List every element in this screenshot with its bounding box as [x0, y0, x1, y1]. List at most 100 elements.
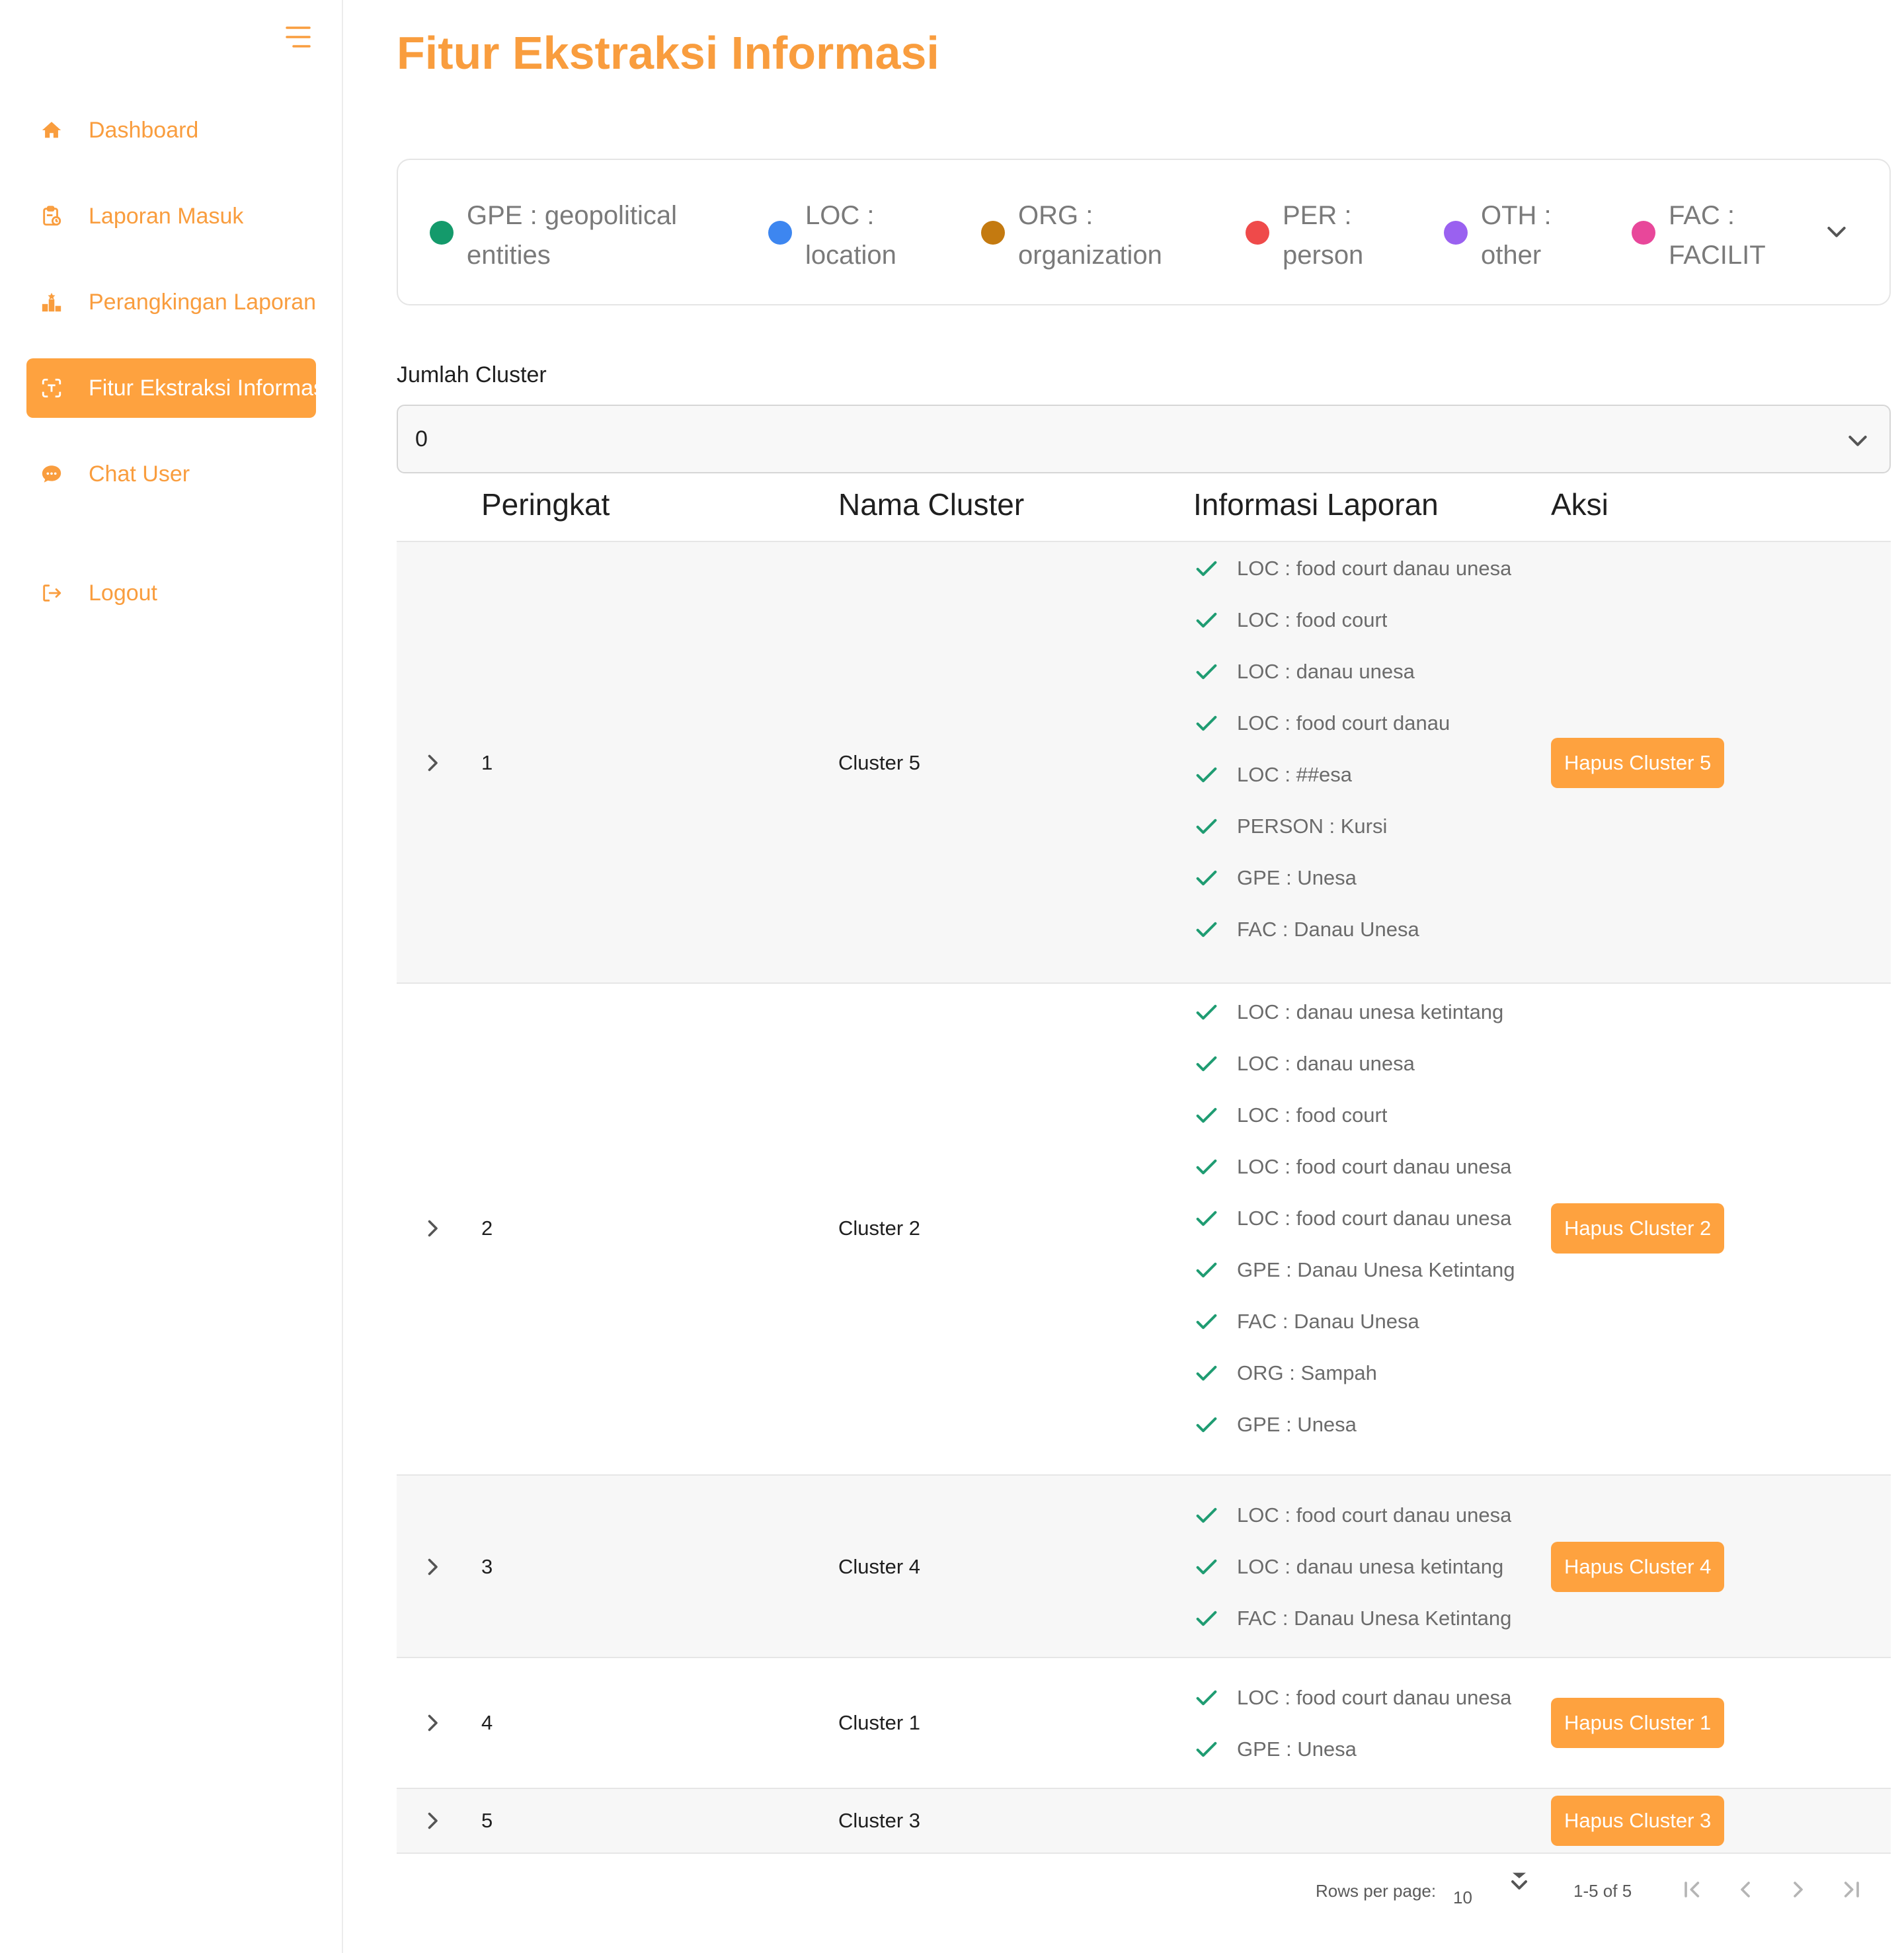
- chevron-right-icon[interactable]: [420, 1809, 444, 1833]
- check-icon: [1196, 870, 1217, 886]
- legend-dot: [981, 221, 1005, 245]
- cluster-count-label: Jumlah Cluster: [397, 362, 547, 387]
- legend-item-per: PER : person: [1246, 196, 1382, 275]
- check-icon: [1196, 767, 1217, 783]
- check-icon: [1196, 1741, 1217, 1757]
- first-page-icon[interactable]: [1679, 1876, 1706, 1903]
- list-item: LOC : food court: [1193, 594, 1514, 646]
- sidebar-item-label: Dashboard: [89, 117, 199, 143]
- sidebar-item-logout[interactable]: Logout: [26, 563, 316, 623]
- cluster-count-value: 0: [415, 426, 428, 452]
- check-icon: [1196, 1211, 1217, 1226]
- home-icon: [38, 117, 65, 143]
- rows-per-page-select[interactable]: 10: [1453, 1878, 1472, 1917]
- chevron-right-icon[interactable]: [420, 1711, 444, 1735]
- list-item: LOC : danau unesa ketintang: [1193, 1541, 1514, 1593]
- sidebar-item-perangkingan-laporan[interactable]: Perangkingan Laporan: [26, 272, 316, 332]
- rows-per-page-label: Rows per page:: [1316, 1880, 1437, 1901]
- legend-item-loc: LOC : location: [768, 196, 931, 275]
- dropdown-arrow-icon[interactable]: [1506, 1868, 1532, 1895]
- cluster-name-cell: Cluster 2: [838, 1216, 921, 1240]
- rank-cell: 1: [481, 751, 493, 774]
- previous-page-icon[interactable]: [1732, 1876, 1759, 1903]
- rank-cell: 3: [481, 1555, 493, 1578]
- delete-cluster-1-button[interactable]: Hapus Cluster 1: [1551, 1698, 1725, 1748]
- delete-cluster-5-button[interactable]: Hapus Cluster 5: [1551, 738, 1725, 788]
- check-icon: [1196, 922, 1217, 937]
- sidebar-item-label: Fitur Ekstraksi Informasi: [89, 375, 316, 401]
- delete-cluster-4-button[interactable]: Hapus Cluster 4: [1551, 1542, 1725, 1592]
- sidebar-item-dashboard[interactable]: Dashboard: [26, 100, 316, 160]
- cluster-name-cell: Cluster 5: [838, 751, 921, 774]
- chevron-right-icon[interactable]: [420, 1555, 444, 1579]
- check-icon: [1196, 1365, 1217, 1381]
- list-item: FAC : Danau Unesa: [1193, 904, 1514, 955]
- check-icon: [1196, 561, 1217, 577]
- list-item: LOC : food court danau unesa: [1193, 1193, 1514, 1244]
- list-item: LOC : food court: [1193, 1090, 1514, 1141]
- legend-dot: [768, 221, 792, 245]
- sidebar-item-laporan-masuk[interactable]: Laporan Masuk: [26, 186, 316, 246]
- cluster-name-cell: Cluster 1: [838, 1711, 921, 1734]
- list-item: PERSON : Kursi: [1193, 801, 1514, 852]
- table-row: 3 Cluster 4 LOC : food court danau unesa…: [397, 1476, 1891, 1658]
- scan-text-icon: [38, 375, 65, 401]
- next-page-icon[interactable]: [1785, 1876, 1811, 1903]
- check-icon: [1196, 715, 1217, 731]
- clipboard-icon: [38, 203, 65, 229]
- chat-icon: [38, 461, 65, 487]
- cluster-name-cell: Cluster 4: [838, 1555, 921, 1578]
- chevron-down-icon[interactable]: [1823, 218, 1850, 245]
- legend-item-fac: FAC : FACILIT: [1632, 196, 1781, 275]
- page-title: Fitur Ekstraksi Informasi: [397, 27, 939, 79]
- check-icon: [1196, 1056, 1217, 1072]
- hamburger-icon[interactable]: [284, 24, 312, 50]
- rank-cell: 5: [481, 1809, 493, 1832]
- check-icon: [1196, 1314, 1217, 1330]
- list-item: LOC : food court danau unesa: [1193, 1672, 1514, 1724]
- chevron-right-icon[interactable]: [420, 751, 444, 775]
- info-list: LOC : food court danau unesa LOC : food …: [1193, 543, 1514, 955]
- sidebar-item-label: Chat User: [89, 461, 190, 487]
- check-icon: [1196, 1262, 1217, 1278]
- last-page-icon[interactable]: [1838, 1876, 1864, 1903]
- legend-item-gpe: GPE : geopolitical entities: [430, 196, 692, 275]
- cluster-name-cell: Cluster 3: [838, 1809, 921, 1832]
- delete-cluster-3-button[interactable]: Hapus Cluster 3: [1551, 1796, 1725, 1846]
- check-icon: [1196, 1611, 1217, 1626]
- list-item: GPE : Unesa: [1193, 1724, 1514, 1775]
- check-icon: [1196, 1159, 1217, 1175]
- delete-cluster-2-button[interactable]: Hapus Cluster 2: [1551, 1203, 1725, 1254]
- check-icon: [1196, 1417, 1217, 1433]
- table-row: 2 Cluster 2 LOC : danau unesa ketintang …: [397, 984, 1891, 1476]
- rank-cell: 2: [481, 1216, 493, 1240]
- legend-item-oth: OTH : other: [1444, 196, 1567, 275]
- list-item: LOC : food court danau unesa: [1193, 1141, 1514, 1193]
- column-header-info: Informasi Laporan: [1193, 487, 1439, 522]
- column-header-action: Aksi: [1551, 487, 1608, 522]
- column-header-rank: Peringkat: [481, 487, 610, 522]
- list-item: GPE : Danau Unesa Ketintang: [1193, 1244, 1514, 1296]
- legend-dot: [1632, 221, 1655, 245]
- logout-icon: [38, 580, 65, 606]
- chevron-down-icon: [1844, 427, 1871, 454]
- list-item: LOC : food court danau unesa: [1193, 543, 1514, 594]
- list-item: FAC : Danau Unesa Ketintang: [1193, 1593, 1514, 1644]
- check-icon: [1196, 1507, 1217, 1523]
- list-item: LOC : food court danau: [1193, 698, 1514, 749]
- list-item: GPE : Unesa: [1193, 852, 1514, 904]
- list-item: ORG : Sampah: [1193, 1347, 1514, 1399]
- legend-dot: [1444, 221, 1468, 245]
- sidebar-item-label: Laporan Masuk: [89, 203, 244, 229]
- sidebar-item-fitur-ekstraksi-informasi[interactable]: Fitur Ekstraksi Informasi: [26, 358, 316, 418]
- check-icon: [1196, 818, 1217, 834]
- sidebar: Dashboard Laporan Masuk Perangkingan Lap…: [0, 0, 343, 1953]
- ranking-icon: [38, 289, 65, 315]
- check-icon: [1196, 1107, 1217, 1123]
- info-list: LOC : food court danau unesa GPE : Unesa: [1193, 1672, 1514, 1775]
- legend-item-org: ORG : organization: [981, 196, 1183, 275]
- chevron-right-icon[interactable]: [420, 1216, 444, 1240]
- list-item: LOC : danau unesa: [1193, 646, 1514, 698]
- sidebar-item-chat-user[interactable]: Chat User: [26, 444, 316, 504]
- cluster-count-select[interactable]: 0: [397, 405, 1891, 473]
